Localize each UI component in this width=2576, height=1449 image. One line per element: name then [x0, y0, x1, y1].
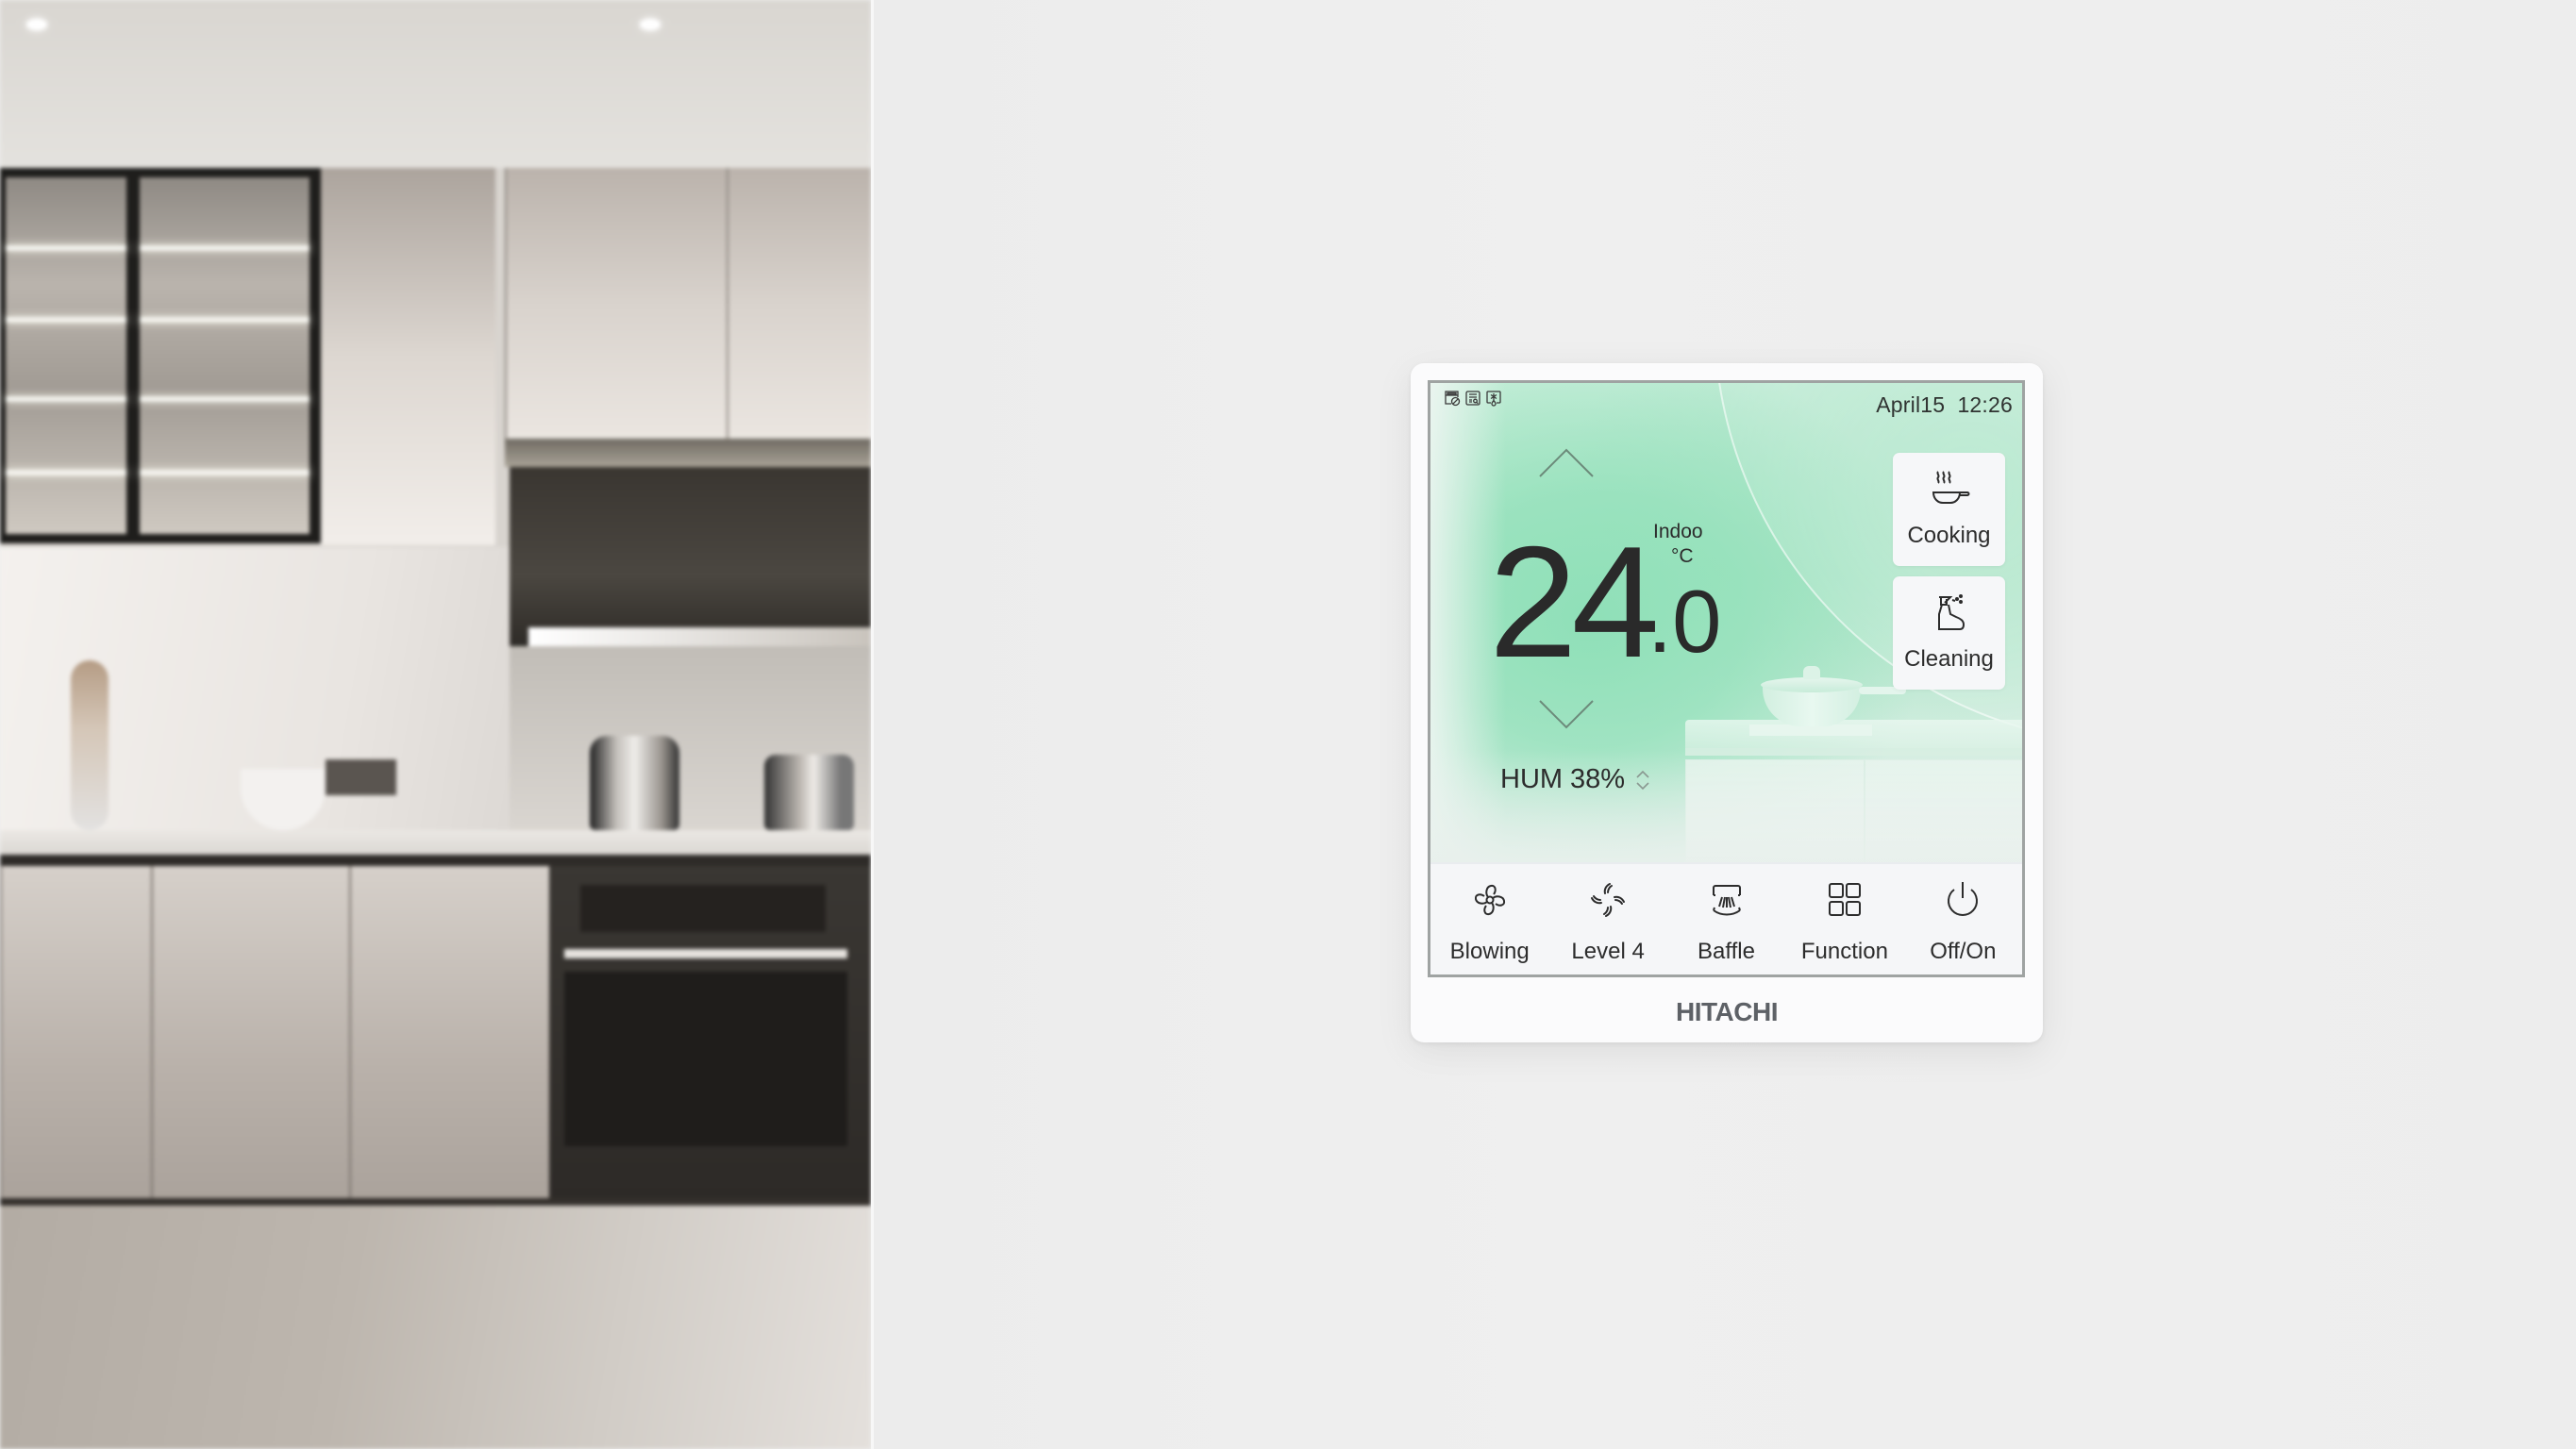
- shelf-light: [140, 317, 309, 323]
- oven-handle: [564, 949, 847, 958]
- humidity-label: HUM: [1500, 764, 1564, 794]
- pot-illustration-lid: [1761, 677, 1863, 692]
- temperature-down-button[interactable]: [1537, 698, 1596, 730]
- shelf-light: [140, 245, 309, 251]
- date-time: April15 12:26: [1876, 392, 2013, 418]
- blowing-button[interactable]: Blowing: [1430, 864, 1548, 974]
- power-label: Off/On: [1930, 939, 1997, 964]
- baffle-swing-icon: [1712, 885, 1741, 916]
- frying-pan-steam-icon: [1932, 471, 1969, 504]
- base-cabinet: [349, 866, 551, 1206]
- pot-illustration-knob: [1803, 666, 1820, 679]
- defrost-icon: [1486, 391, 1501, 407]
- cooking-mode-button[interactable]: Cooking: [1893, 453, 2005, 566]
- shelf-light: [6, 396, 126, 402]
- wall-panel: [321, 168, 495, 545]
- range-hood: [510, 467, 871, 646]
- cooking-pot: [764, 755, 854, 830]
- fan-level-button[interactable]: Level 4: [1548, 864, 1666, 974]
- ac-controller: April15 12:26 24 .0 Indoo °C HUM 38% Coo…: [1411, 363, 2043, 1042]
- range-hood-light: [528, 627, 871, 646]
- bottom-control-bar: Blowing Level 4 Baffle Function Off/On: [1430, 862, 2022, 974]
- humidity-value: 38%: [1570, 764, 1626, 794]
- fan-icon: [1474, 884, 1505, 916]
- report-search-icon: [1465, 391, 1480, 406]
- temperature-up-button[interactable]: [1537, 447, 1596, 479]
- temperature-integer: 24: [1489, 513, 1660, 691]
- baffle-label: Baffle: [1698, 939, 1755, 964]
- shelf-light: [6, 245, 126, 251]
- shelf-light: [140, 396, 309, 402]
- power-button[interactable]: Off/On: [1904, 864, 2022, 974]
- kettle: [590, 736, 679, 830]
- shelf-light: [140, 470, 309, 475]
- main-display: April15 12:26 24 .0 Indoo °C HUM 38% Coo…: [1430, 383, 2022, 862]
- upper-cabinet: [727, 168, 871, 441]
- ceiling: [0, 0, 871, 168]
- humidity-adjust-icon[interactable]: [1634, 766, 1651, 794]
- wall-outlet: [326, 759, 396, 795]
- grid-icon: [1828, 883, 1861, 916]
- power-icon: [1948, 882, 1979, 916]
- time-label: 12:26: [1957, 392, 2013, 417]
- filter-disabled-icon: [1445, 391, 1461, 407]
- ceiling-light: [640, 19, 661, 30]
- status-icons: [1444, 390, 1502, 407]
- kitchen-background-photo: [0, 0, 871, 1449]
- glass-cabinet: [0, 168, 321, 543]
- dried-plant: [71, 660, 109, 830]
- function-label: Function: [1800, 939, 1888, 964]
- spray-bottle-icon: [1937, 594, 1965, 630]
- cleaning-mode-button[interactable]: Cleaning: [1893, 576, 2005, 690]
- oven-door: [564, 972, 847, 1146]
- countertop-edge: [0, 855, 871, 866]
- glass-pane: [140, 177, 309, 534]
- glass-pane: [6, 177, 126, 534]
- humidity-control[interactable]: HUM 38%: [1500, 764, 1651, 795]
- base-cabinet: [151, 866, 351, 1206]
- blowing-label: Blowing: [1449, 939, 1530, 964]
- fan-level-label: Level 4: [1571, 939, 1645, 964]
- brand-logo: HITACHI: [1676, 997, 1778, 1026]
- range-hood-top: [505, 439, 871, 467]
- cooking-mode-label: Cooking: [1907, 523, 1991, 548]
- touch-screen[interactable]: April15 12:26 24 .0 Indoo °C HUM 38% Coo…: [1428, 380, 2025, 977]
- floor: [0, 1206, 871, 1449]
- date-label: April15: [1876, 392, 1946, 417]
- ceiling-light: [26, 19, 47, 30]
- shelf-light: [6, 470, 126, 475]
- temperature-unit: °C: [1671, 545, 1694, 567]
- upper-cabinet: [505, 168, 728, 441]
- cleaning-mode-label: Cleaning: [1904, 646, 1994, 672]
- indoor-label: Indoo: [1653, 521, 1703, 542]
- temperature-decimal: .0: [1648, 572, 1722, 671]
- oven-control-panel: [580, 885, 826, 932]
- shelf-light: [6, 317, 126, 323]
- fan-speed-icon: [1591, 883, 1626, 917]
- base-cabinet: [0, 866, 153, 1206]
- function-button[interactable]: Function: [1785, 864, 1903, 974]
- baffle-button[interactable]: Baffle: [1667, 864, 1785, 974]
